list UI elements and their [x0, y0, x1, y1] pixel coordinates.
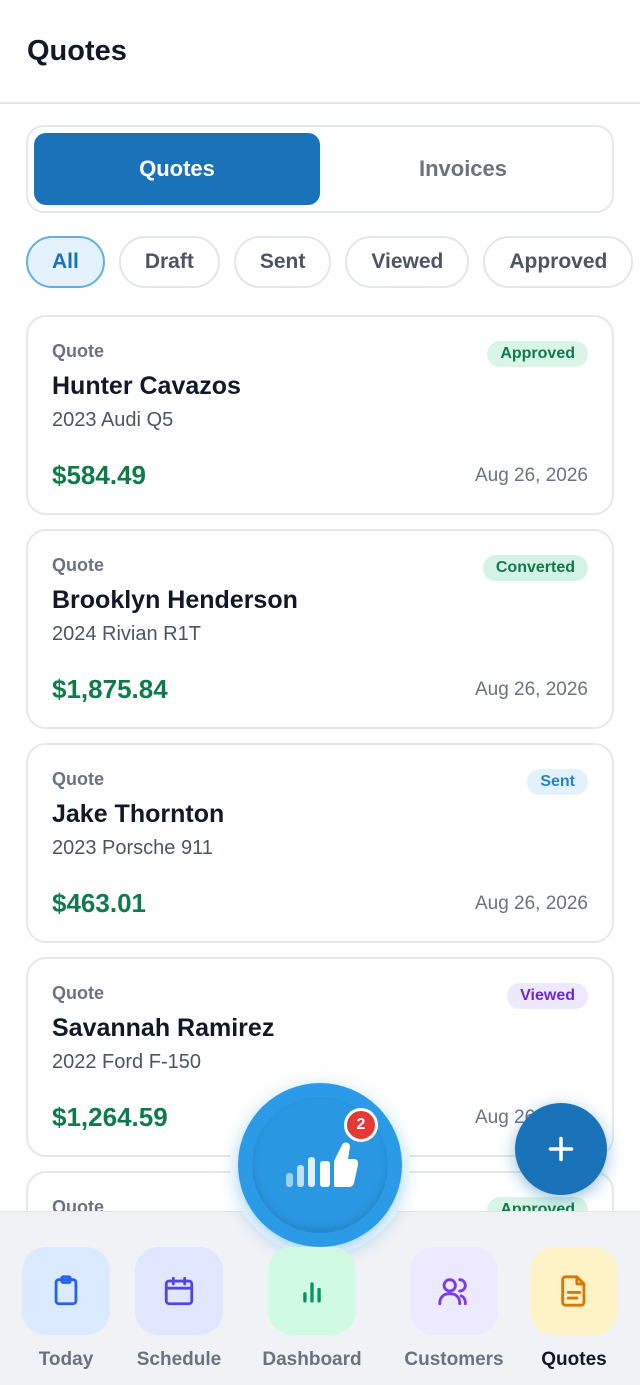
quote-date: Aug 26, 2026: [474, 679, 588, 700]
status-badge: Viewed: [507, 983, 588, 1009]
quote-date: Aug 26, 2026: [474, 465, 588, 486]
vehicle-name: 2023 Audi Q5: [52, 409, 174, 431]
filter-chip-all[interactable]: All: [26, 236, 105, 288]
customer-name: Savannah Ramirez: [52, 1014, 275, 1042]
plus-icon: [548, 1136, 574, 1162]
filter-chip-sent[interactable]: Sent: [233, 236, 332, 288]
tab-invoices[interactable]: Invoices: [320, 133, 606, 205]
thumbs-up-icon: [286, 1142, 358, 1187]
nav-label-today: Today: [38, 1349, 94, 1370]
filter-chip-viewed[interactable]: Viewed: [345, 236, 470, 288]
nav-item-schedule[interactable]: Schedule: [134, 1247, 224, 1371]
nav-tile: [135, 1247, 223, 1335]
bar-chart-icon: [303, 1282, 321, 1303]
nav-label-customers: Customers: [404, 1349, 504, 1370]
clipboard-icon: [54, 1275, 78, 1306]
tab-quotes[interactable]: Quotes: [34, 133, 320, 205]
filter-chip-draft[interactable]: Draft: [118, 236, 220, 288]
vehicle-name: 2024 Rivian R1T: [52, 623, 201, 645]
customer-name: Hunter Cavazos: [52, 372, 241, 400]
nav-tile: [530, 1247, 618, 1335]
quote-date: Aug 26, 2026: [474, 893, 588, 914]
filter-chip-approved[interactable]: Approved: [483, 236, 634, 288]
calendar-icon: [164, 1276, 194, 1306]
users-icon: [438, 1278, 467, 1306]
quote-type-label: Quote: [52, 769, 104, 789]
nav-tile: [410, 1247, 498, 1335]
nav-item-customers[interactable]: Customers: [400, 1247, 508, 1371]
quote-card[interactable]: Quote Sent Jake Thornton 2023 Porsche 91…: [26, 743, 614, 943]
nav-label-dashboard: Dashboard: [262, 1349, 362, 1370]
quote-amount: $463.01: [52, 888, 146, 918]
customer-name: Jake Thornton: [52, 800, 225, 828]
quote-amount: $584.49: [52, 460, 146, 490]
nav-tile: [22, 1247, 110, 1335]
center-action-button[interactable]: [238, 1083, 402, 1247]
status-badge: Sent: [527, 769, 588, 795]
nav-item-today[interactable]: Today: [22, 1247, 110, 1371]
quote-card[interactable]: Quote Converted Brooklyn Henderson 2024 …: [26, 529, 614, 729]
nav-item-quotes[interactable]: Quotes: [530, 1247, 618, 1371]
status-filter-chips: All Draft Sent Viewed Approved: [26, 236, 640, 290]
notification-badge: 2: [344, 1108, 378, 1142]
status-badge: Converted: [482, 555, 588, 581]
customer-name: Brooklyn Henderson: [52, 586, 298, 614]
quote-card[interactable]: Quote Approved Hunter Cavazos 2023 Audi …: [26, 315, 614, 515]
nav-label-schedule: Schedule: [136, 1349, 222, 1370]
quote-amount: $1,264.59: [52, 1102, 168, 1132]
page-title: Quotes: [27, 34, 127, 67]
vehicle-name: 2023 Porsche 911: [52, 837, 213, 859]
nav-item-dashboard[interactable]: Dashboard: [256, 1247, 368, 1371]
app-header: Quotes: [0, 0, 640, 104]
add-quote-button[interactable]: [515, 1103, 607, 1195]
quote-amount: $1,875.84: [52, 674, 168, 704]
quotes-invoices-toggle: Quotes Invoices: [26, 125, 614, 213]
vehicle-name: 2022 Ford F-150: [52, 1051, 201, 1073]
document-icon: [561, 1275, 586, 1307]
status-badge: Approved: [487, 341, 588, 367]
nav-label-quotes: Quotes: [541, 1349, 607, 1370]
nav-tile: [268, 1247, 356, 1335]
